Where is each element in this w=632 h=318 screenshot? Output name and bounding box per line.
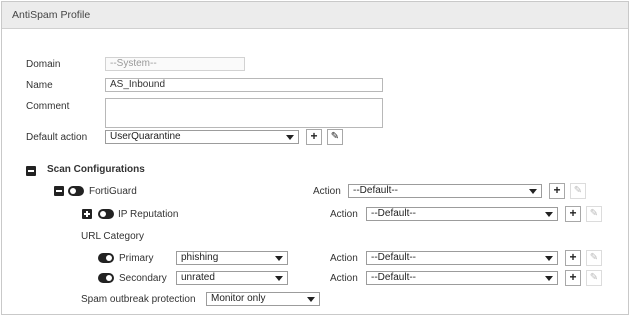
name-label: Name — [26, 80, 53, 91]
primary-category-value: phishing — [181, 252, 219, 263]
fortiguard-edit-button[interactable]: ✎ — [570, 183, 586, 199]
chevron-down-icon — [275, 276, 283, 281]
secondary-category-select[interactable]: unrated — [176, 271, 288, 285]
panel-titlebar: AntiSpam Profile — [2, 2, 628, 29]
panel-title: AntiSpam Profile — [12, 9, 91, 21]
fortiguard-add-button[interactable]: + — [549, 183, 565, 199]
fortiguard-action-value: --Default-- — [353, 185, 399, 196]
ip-reputation-action-value: --Default-- — [371, 208, 417, 219]
secondary-label: Secondary — [119, 273, 167, 284]
primary-add-button[interactable]: + — [565, 250, 581, 266]
default-action-add-button[interactable]: + — [306, 129, 322, 145]
domain-field: --System-- — [105, 57, 245, 71]
chevron-down-icon — [275, 256, 283, 261]
fortiguard-label: FortiGuard — [89, 186, 137, 197]
chevron-down-icon — [307, 297, 315, 302]
comment-label: Comment — [26, 101, 70, 112]
secondary-add-button[interactable]: + — [565, 270, 581, 286]
primary-toggle[interactable] — [98, 253, 114, 263]
ip-reputation-action-label: Action — [330, 209, 358, 220]
comment-field[interactable] — [105, 98, 383, 128]
ip-reputation-edit-button[interactable]: ✎ — [586, 206, 602, 222]
chevron-down-icon — [529, 189, 537, 194]
ip-reputation-add-button[interactable]: + — [565, 206, 581, 222]
default-action-edit-button[interactable]: ✎ — [327, 129, 343, 145]
primary-label: Primary — [119, 253, 154, 264]
primary-action-label: Action — [330, 253, 358, 264]
name-field[interactable]: AS_Inbound — [105, 78, 383, 92]
ip-reputation-action-select[interactable]: --Default-- — [366, 207, 558, 221]
fortiguard-action-label: Action — [313, 186, 341, 197]
collapse-icon[interactable] — [26, 166, 36, 176]
antispam-profile-panel: AntiSpam Profile Domain --System-- Name … — [1, 1, 629, 315]
secondary-category-value: unrated — [181, 272, 215, 283]
ip-reputation-label: IP Reputation — [118, 209, 179, 220]
primary-action-select[interactable]: --Default-- — [366, 251, 558, 265]
domain-label: Domain — [26, 59, 61, 70]
spam-outbreak-value: Monitor only — [211, 293, 266, 304]
secondary-action-value: --Default-- — [371, 272, 417, 283]
default-action-label: Default action — [26, 132, 88, 143]
collapse-icon[interactable] — [54, 186, 64, 196]
primary-action-value: --Default-- — [371, 252, 417, 263]
ip-reputation-toggle[interactable] — [98, 209, 114, 219]
secondary-action-label: Action — [330, 273, 358, 284]
secondary-action-select[interactable]: --Default-- — [366, 271, 558, 285]
chevron-down-icon — [286, 135, 294, 140]
spam-outbreak-label: Spam outbreak protection — [81, 294, 196, 305]
expand-icon[interactable] — [82, 209, 92, 219]
chevron-down-icon — [545, 212, 553, 217]
secondary-edit-button[interactable]: ✎ — [586, 270, 602, 286]
default-action-select[interactable]: UserQuarantine — [105, 130, 299, 144]
fortiguard-toggle[interactable] — [68, 186, 84, 196]
primary-category-select[interactable]: phishing — [176, 251, 288, 265]
spam-outbreak-select[interactable]: Monitor only — [206, 292, 320, 306]
url-category-label: URL Category — [81, 231, 144, 242]
scan-configurations-header: Scan Configurations — [47, 164, 145, 175]
chevron-down-icon — [545, 256, 553, 261]
chevron-down-icon — [545, 276, 553, 281]
fortiguard-action-select[interactable]: --Default-- — [348, 184, 542, 198]
secondary-toggle[interactable] — [98, 273, 114, 283]
primary-edit-button[interactable]: ✎ — [586, 250, 602, 266]
default-action-value: UserQuarantine — [110, 131, 181, 142]
